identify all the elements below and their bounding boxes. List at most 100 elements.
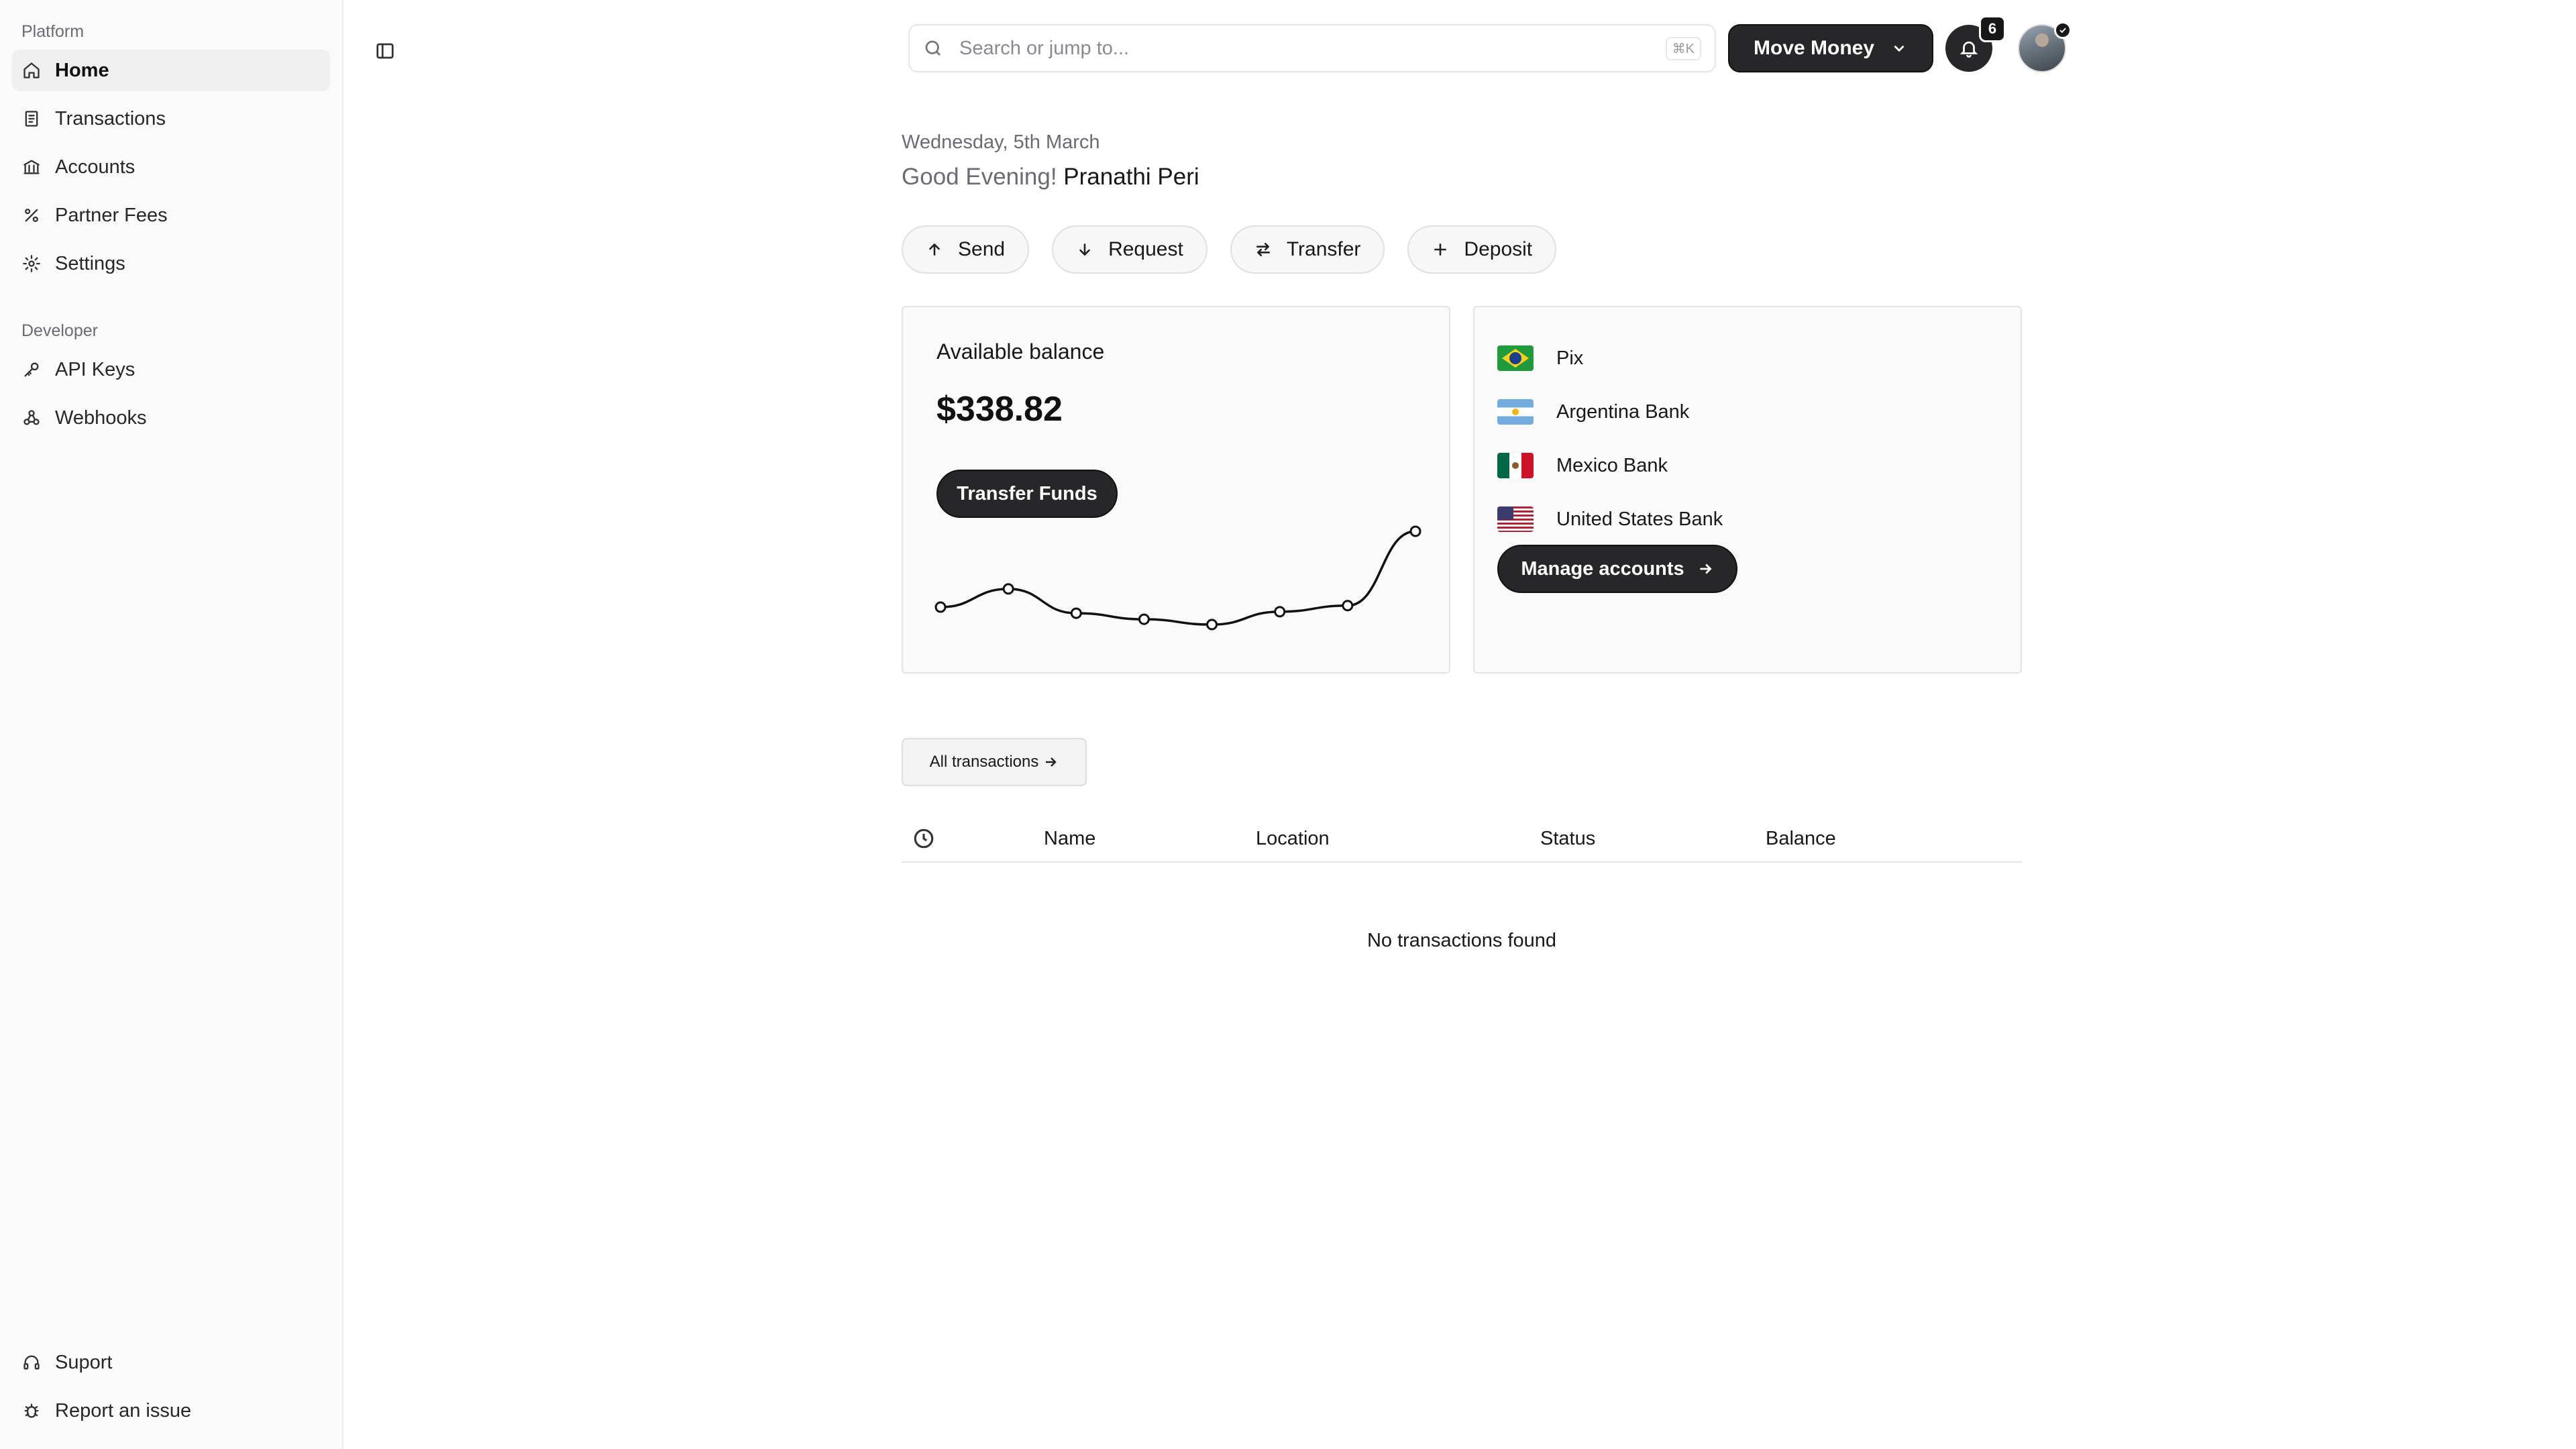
request-label: Request [1108,238,1183,260]
sidebar-item-partner-fees[interactable]: Partner Fees [12,195,330,236]
sidebar-item-label: Settings [55,252,125,274]
account-name: United States Bank [1556,508,1723,530]
account-name: Pix [1556,347,1584,369]
balance-card: Available balance $338.82 Transfer Funds [902,306,1450,674]
sparkline-point [1138,613,1150,625]
linked-accounts-card: Pix Argentina Bank Mexico Bank United St… [1473,306,2022,674]
plus-icon [1434,244,1447,256]
sparkline-path [939,530,1417,626]
verified-check-icon [2054,21,2072,39]
arrow-right-icon [1700,564,1712,574]
account-name: Argentina Bank [1556,400,1690,423]
developer-group-label: Developer [21,321,98,340]
sidebar-bottom: Suport Report an issue [12,1342,330,1438]
sidebar-toggle-icon [376,43,394,59]
account-item-mexico[interactable]: Mexico Bank [1497,439,1723,492]
arrow-right-icon [1046,757,1057,767]
column-header-location[interactable]: Location [1256,828,1540,850]
receipt-icon [21,109,42,129]
sidebar-item-webhooks[interactable]: Webhooks [12,397,330,439]
balance-value: $338.82 [936,390,1063,429]
gear-icon [21,254,42,274]
move-money-label: Move Money [1754,37,1875,59]
search-input[interactable] [959,37,1666,60]
request-button[interactable]: Request [1052,225,1208,274]
move-money-button[interactable]: Move Money [1728,24,1933,72]
account-list: Pix Argentina Bank Mexico Bank United St… [1497,331,1723,546]
key-icon [21,360,42,380]
mexico-flag-icon [1497,453,1534,478]
sidebar-item-support[interactable]: Suport [12,1342,330,1383]
percent-icon [21,205,42,225]
sidebar-item-api-keys[interactable]: API Keys [12,349,330,390]
headset-icon [21,1352,42,1373]
home-icon [21,60,42,80]
sidebar: Platform Home Transactions Accounts Part… [0,0,343,1449]
user-name: Pranathi Peri [1063,164,1199,190]
search-bar[interactable]: ⌘K [908,24,1716,72]
sidebar-item-label: Home [55,59,109,81]
send-label: Send [958,238,1006,260]
sidebar-toggle-button[interactable] [370,36,400,66]
sidebar-item-label: Report an issue [55,1399,192,1421]
transfer-label: Transfer [1286,238,1361,260]
developer-nav: API Keys Webhooks [12,349,330,439]
all-transactions-label: All transactions [929,753,1039,771]
sidebar-item-transactions[interactable]: Transactions [12,98,330,140]
bank-icon [21,157,42,177]
swap-icon [1256,243,1270,256]
main-content: ⌘K Move Money 6 Wednesday, 5th March Goo… [343,0,2576,1449]
account-item-argentina[interactable]: Argentina Bank [1497,385,1723,439]
topbar: ⌘K Move Money 6 [908,15,2102,72]
greeting: Good Evening! Pranathi Peri [902,164,1199,191]
current-date: Wednesday, 5th March [902,131,1100,153]
search-icon [925,40,941,56]
account-item-united-states[interactable]: United States Bank [1497,492,1723,546]
account-item-pix[interactable]: Pix [1497,331,1723,385]
empty-state-message: No transactions found [1366,930,1557,951]
platform-group-label: Platform [21,22,85,41]
deposit-label: Deposit [1464,238,1533,260]
column-header-status[interactable]: Status [1540,828,1766,850]
sparkline-point [1274,606,1286,618]
manage-accounts-label: Manage accounts [1521,557,1684,580]
manage-accounts-button[interactable]: Manage accounts [1497,545,1737,593]
webhook-icon [21,408,42,428]
sparkline-point [1002,583,1014,595]
sidebar-item-label: Transactions [55,107,166,129]
notification-count-badge: 6 [1979,15,2006,42]
sidebar-item-settings[interactable]: Settings [12,243,330,284]
balance-sparkline [934,525,1421,631]
chevron-down-icon [1894,45,1904,52]
transfer-button[interactable]: Transfer [1230,225,1385,274]
sidebar-item-label: Suport [55,1351,113,1373]
sidebar-item-label: Accounts [55,156,136,178]
deposit-button[interactable]: Deposit [1407,225,1557,274]
search-shortcut: ⌘K [1665,36,1701,60]
sidebar-item-home[interactable]: Home [12,50,330,91]
send-button[interactable]: Send [902,225,1030,274]
brazil-flag-icon [1497,345,1534,371]
sidebar-item-accounts[interactable]: Accounts [12,146,330,188]
arrow-down-icon [1079,244,1090,256]
account-name: Mexico Bank [1556,454,1668,476]
sidebar-item-label: Webhooks [55,407,147,429]
quick-actions: Send Request Transfer Deposit [902,225,1579,274]
sparkline-point [934,601,947,613]
user-avatar[interactable] [2018,21,2072,72]
sidebar-item-report-issue[interactable]: Report an issue [12,1390,330,1432]
table-header: Name Location Status Balance [902,816,2022,863]
all-transactions-button[interactable]: All transactions [902,738,1087,786]
notifications-button[interactable]: 6 [1945,15,2006,72]
platform-nav: Home Transactions Accounts Partner Fees … [12,50,330,284]
sparkline-point [1206,619,1218,631]
sidebar-item-label: API Keys [55,358,136,380]
column-header-balance[interactable]: Balance [1766,828,1836,850]
column-header-name[interactable]: Name [1044,828,1256,850]
transfer-funds-button[interactable]: Transfer Funds [936,470,1118,518]
sparkline-point [1070,607,1082,619]
clock-icon[interactable] [912,827,939,850]
us-flag-icon [1497,506,1534,532]
greeting-salutation: Good Evening! [902,164,1057,190]
transactions-table: Name Location Status Balance No transact… [902,816,2022,952]
